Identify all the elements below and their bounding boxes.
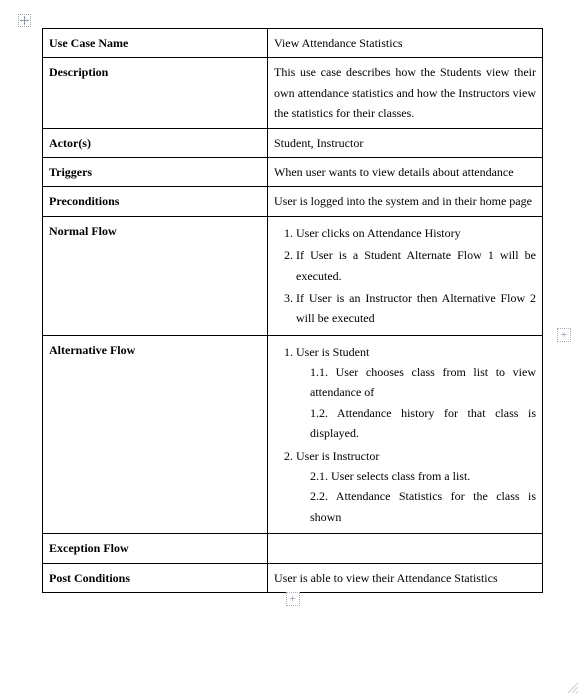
table-row: Use Case Name View Attendance Statistics [43,29,543,58]
table-row: Post Conditions User is able to view the… [43,563,543,592]
row-label[interactable]: Triggers [43,157,268,186]
table-row: Normal Flow User clicks on Attendance Hi… [43,216,543,335]
table-row: Alternative Flow User is Student 1.1. Us… [43,335,543,534]
alternative-flow-list: User is Student 1.1. User chooses class … [274,342,536,528]
add-column-button[interactable]: + [557,328,571,342]
row-label[interactable]: Use Case Name [43,29,268,58]
list-item[interactable]: User is Instructor 2.1. User selects cla… [296,446,536,528]
row-label[interactable]: Preconditions [43,187,268,216]
row-value[interactable]: View Attendance Statistics [268,29,543,58]
row-label[interactable]: Post Conditions [43,563,268,592]
alt-group-title: User is Student [296,345,369,359]
plus-icon: + [286,592,300,606]
row-label[interactable]: Description [43,58,268,128]
list-item[interactable]: If User is an Instructor then Alternativ… [296,288,536,329]
table-row: Actor(s) Student, Instructor [43,128,543,157]
table-move-handle-icon[interactable] [18,14,31,27]
row-label[interactable]: Normal Flow [43,216,268,335]
row-value[interactable]: When user wants to view details about at… [268,157,543,186]
normal-flow-list: User clicks on Attendance History If Use… [274,223,536,329]
table-row: Description This use case describes how … [43,58,543,128]
list-sub-item: 1.1. User chooses class from list to vie… [296,362,536,403]
list-sub-item: 2.2. Attendance Statistics for the class… [296,486,536,527]
list-sub-item: 2.1. User selects class from a list. [296,466,536,486]
list-item[interactable]: If User is a Student Alternate Flow 1 wi… [296,245,536,286]
row-value[interactable]: This use case describes how the Students… [268,58,543,128]
row-value[interactable]: Student, Instructor [268,128,543,157]
resize-handle-icon[interactable] [565,680,579,694]
row-value[interactable] [268,534,543,563]
alt-group-title: User is Instructor [296,449,379,463]
list-item[interactable]: User clicks on Attendance History [296,223,536,243]
table-row: Exception Flow [43,534,543,563]
table-row: Preconditions User is logged into the sy… [43,187,543,216]
row-label[interactable]: Actor(s) [43,128,268,157]
table-row: Triggers When user wants to view details… [43,157,543,186]
row-value[interactable]: User is logged into the system and in th… [268,187,543,216]
list-item[interactable]: User is Student 1.1. User chooses class … [296,342,536,444]
use-case-table: Use Case Name View Attendance Statistics… [42,28,543,593]
row-value[interactable]: User is Student 1.1. User chooses class … [268,335,543,534]
row-value[interactable]: User is able to view their Attendance St… [268,563,543,592]
row-label[interactable]: Exception Flow [43,534,268,563]
plus-icon: + [561,329,567,341]
row-label[interactable]: Alternative Flow [43,335,268,534]
add-row-button[interactable]: + [42,591,543,606]
list-sub-item: 1.2. Attendance history for that class i… [296,403,536,444]
row-value[interactable]: User clicks on Attendance History If Use… [268,216,543,335]
document-page: Use Case Name View Attendance Statistics… [0,0,585,626]
